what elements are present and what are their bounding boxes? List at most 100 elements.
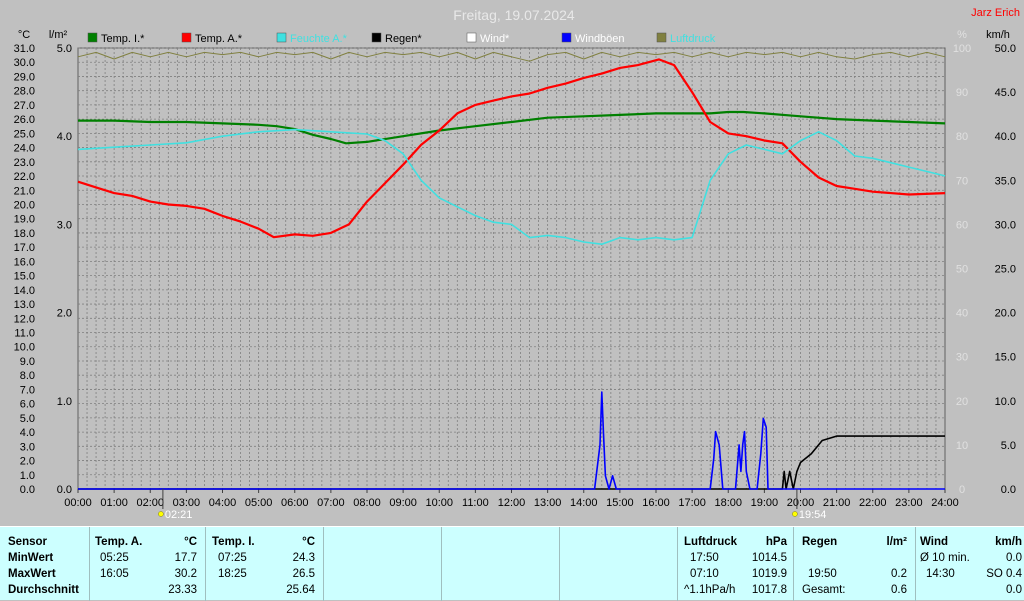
legend-label: Feuchte A.* [290, 33, 348, 45]
legend-swatch [466, 32, 477, 43]
rain-max-time: 19:50 [808, 568, 837, 580]
temp-inside-column: Temp. I. °C 07:25 24.3 18:25 26.5 25.64 [206, 527, 324, 601]
pressure-max-time: 07:10 [690, 568, 719, 580]
rain-unit: l/m² [886, 536, 907, 548]
empty-column-1 [324, 527, 442, 601]
x-tick-label: 18:00 [714, 497, 742, 509]
legend-label: Wind* [480, 33, 510, 45]
humidity-tick-label: 20 [956, 396, 968, 408]
wind-third-value: 0.0 [1006, 584, 1022, 596]
temp-tick-label: 30.0 [14, 57, 35, 69]
temp-inside-unit: °C [302, 536, 315, 548]
pressure-min-time: 17:50 [690, 552, 719, 564]
temp-tick-label: 4.0 [20, 427, 35, 439]
time-marker-label: 19:54 [799, 509, 827, 521]
temp-outside-max-time: 16:05 [100, 568, 129, 580]
wind-tick-label: 30.0 [995, 219, 1016, 231]
legend-label: Temp. I.* [101, 33, 145, 45]
temp-tick-label: 20.0 [14, 199, 35, 211]
temp-tick-label: 12.0 [14, 313, 35, 325]
wind-column: Wind km/h Ø 10 min. 0.0 14:30 SO 0.4 0.0 [916, 527, 1024, 601]
x-tick-label: 15:00 [606, 497, 634, 509]
temp-inside-avg-value: 25.64 [286, 584, 315, 596]
legend-label: Luftdruck [670, 33, 716, 45]
rain-tick-label: 5.0 [57, 43, 72, 55]
temp-tick-label: 0.0 [20, 484, 35, 496]
temp-outside-avg-value: 23.33 [168, 584, 197, 596]
temp-tick-label: 26.0 [14, 114, 35, 126]
x-tick-label: 05:00 [245, 497, 273, 509]
rain-column: Regen l/m² 19:50 0.2 Gesamt: 0.6 [794, 527, 916, 601]
legend-swatch [276, 32, 287, 43]
wind-avg-label: Ø 10 min. [920, 552, 970, 564]
humidity-tick-label: 60 [956, 219, 968, 231]
unit-temp-label: °C [18, 29, 30, 41]
x-tick-label: 11:00 [462, 497, 489, 509]
temp-tick-label: 21.0 [14, 185, 35, 197]
rain-total-value: 0.6 [891, 584, 907, 596]
temp-inside-min-time: 07:25 [218, 552, 247, 564]
row-max-label: MaxWert [8, 568, 56, 580]
legend-swatch [87, 32, 98, 43]
temp-tick-label: 3.0 [20, 441, 35, 453]
temp-tick-label: 17.0 [14, 242, 35, 254]
wind-tick-label: 40.0 [995, 131, 1016, 143]
temp-tick-label: 28.0 [14, 86, 35, 98]
unit-rain-label: l/m² [49, 29, 68, 41]
statistics-panel: Sensor MinWert MaxWert Durchschnitt Temp… [0, 526, 1024, 601]
legend-label: Temp. A.* [195, 33, 243, 45]
x-tick-label: 16:00 [642, 497, 670, 509]
x-tick-label: 09:00 [389, 497, 417, 509]
wind-tick-label: 45.0 [995, 87, 1016, 99]
temp-tick-label: 29.0 [14, 71, 35, 83]
author-label: Jarz Erich [971, 7, 1020, 19]
sensor-header: Sensor [8, 536, 47, 548]
x-tick-label: 12:00 [498, 497, 526, 509]
x-tick-label: 21:00 [823, 497, 851, 509]
temp-outside-max-value: 30.2 [174, 568, 197, 580]
temp-tick-label: 22.0 [14, 171, 35, 183]
row-min-label: MinWert [8, 552, 54, 564]
wind-tick-label: 25.0 [995, 264, 1016, 276]
wind-avg-value: 0.0 [1006, 552, 1022, 564]
x-tick-label: 14:00 [570, 497, 598, 509]
sensor-column: Sensor MinWert MaxWert Durchschnitt [0, 527, 90, 601]
legend-swatch [371, 32, 382, 43]
temp-tick-label: 25.0 [14, 128, 35, 140]
humidity-tick-label: 50 [956, 264, 968, 276]
humidity-tick-label: 70 [956, 175, 968, 187]
x-tick-label: 20:00 [787, 497, 815, 509]
temp-inside-max-value: 26.5 [292, 568, 315, 580]
temp-tick-label: 16.0 [14, 256, 35, 268]
rain-tick-label: 4.0 [57, 131, 72, 143]
pressure-avg-value: 1017.8 [751, 584, 787, 596]
temp-outside-column: Temp. A. °C 05:25 17.7 16:05 30.2 23.33 [90, 527, 206, 601]
x-tick-label: 07:00 [317, 497, 345, 509]
rain-header: Regen [802, 536, 838, 548]
unit-pct-label: % [957, 29, 967, 41]
wind-tick-label: 5.0 [1001, 440, 1016, 452]
temp-inside-header: Temp. I. [212, 536, 255, 548]
x-tick-label: 19:00 [751, 497, 779, 509]
temp-tick-label: 9.0 [20, 356, 35, 368]
temp-tick-label: 31.0 [14, 43, 35, 55]
row-avg-label: Durchschnitt [8, 584, 79, 596]
x-tick-label: 23:00 [895, 497, 923, 509]
time-marker-icon [792, 511, 798, 517]
weather-chart: Freitag, 19.07.2024 Jarz Erich °C l/m² %… [14, 7, 1020, 521]
temp-tick-label: 11.0 [14, 328, 35, 340]
temp-tick-label: 23.0 [14, 157, 35, 169]
wind-tick-label: 0.0 [1001, 484, 1016, 496]
pressure-max-value: 1019.9 [751, 568, 787, 580]
temp-tick-label: 10.0 [14, 342, 35, 354]
temp-tick-label: 6.0 [20, 399, 35, 411]
temp-outside-unit: °C [184, 536, 197, 548]
time-marker-icon [158, 511, 164, 517]
temp-outside-min-value: 17.7 [174, 552, 197, 564]
humidity-tick-label: 100 [953, 43, 971, 55]
wind-max-time: 14:30 [926, 568, 955, 580]
legend-swatch [561, 32, 572, 43]
x-tick-label: 01:00 [100, 497, 128, 509]
unit-wind-label: km/h [986, 29, 1010, 41]
temp-tick-label: 24.0 [14, 143, 35, 155]
